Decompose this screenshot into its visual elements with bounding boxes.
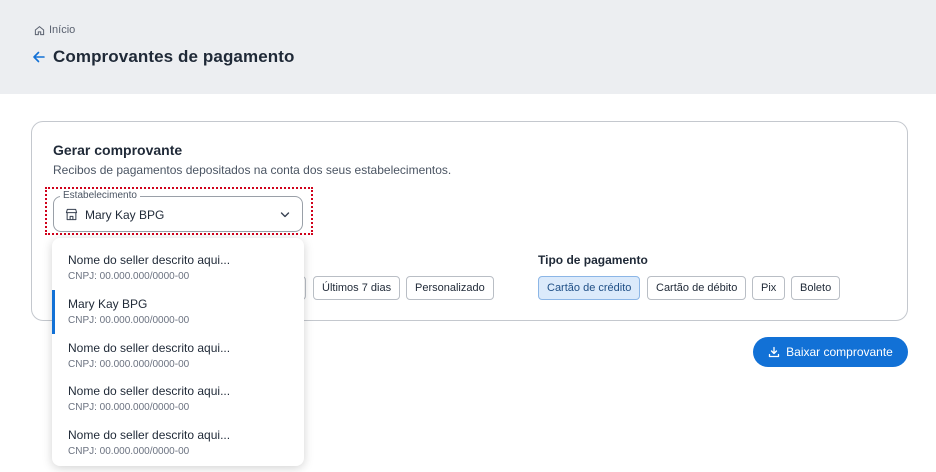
option-name: Nome do seller descrito aqui... — [68, 341, 231, 355]
establishment-select-label: Estabelecimento — [60, 190, 140, 202]
download-receipt-button[interactable]: Baixar comprovante — [753, 337, 908, 367]
option-name: Nome do seller descrito aqui... — [68, 384, 231, 398]
dropdown-option[interactable]: Nome do seller descrito aqui... CNPJ: 00… — [52, 417, 304, 460]
option-cnpj: CNPJ: 00.000.000/0000-00 — [68, 446, 190, 457]
payment-chip-boleto[interactable]: Boleto — [791, 276, 841, 300]
dropdown-option[interactable]: Nome do seller descrito aqui... CNPJ: 00… — [52, 373, 304, 416]
payment-chip-debit[interactable]: Cartão de débito — [647, 276, 747, 300]
payment-chip-pix[interactable]: Pix — [752, 276, 786, 300]
period-chip-7-days[interactable]: Últimos 7 dias — [313, 276, 401, 300]
option-cnpj: CNPJ: 00.000.000/0000-00 — [68, 315, 190, 326]
dropdown-option[interactable]: Nome do seller descrito aqui... CNPJ: 00… — [52, 330, 304, 373]
option-name: Nome do seller descrito aqui... — [68, 428, 231, 442]
establishment-select-value: Mary Kay BPG — [85, 208, 165, 222]
dropdown-option[interactable]: Nome do seller descrito aqui... CNPJ: 00… — [52, 242, 304, 285]
breadcrumb-home-label[interactable]: Início — [49, 24, 75, 36]
dropdown-option-selected[interactable]: Mary Kay BPG CNPJ: 00.000.000/0000-00 — [52, 286, 304, 334]
breadcrumb[interactable]: Início — [34, 24, 75, 36]
payment-chip-credit[interactable]: Cartão de crédito — [538, 276, 641, 300]
card-description: Recibos de pagamentos depositados na con… — [53, 163, 452, 177]
option-cnpj: CNPJ: 00.000.000/0000-00 — [68, 359, 190, 370]
period-chip-custom[interactable]: Personalizado — [406, 276, 494, 300]
back-arrow-icon[interactable] — [32, 50, 46, 64]
store-icon — [65, 208, 78, 221]
option-cnpj: CNPJ: 00.000.000/0000-00 — [68, 271, 190, 282]
download-icon — [768, 346, 780, 358]
establishment-dropdown: Nome do seller descrito aqui... CNPJ: 00… — [52, 238, 304, 466]
page-header: Início Comprovantes de pagamento — [0, 0, 936, 94]
payment-type-label: Tipo de pagamento — [538, 253, 648, 267]
option-name: Nome do seller descrito aqui... — [68, 253, 231, 267]
option-name: Mary Kay BPG — [68, 297, 148, 311]
home-icon — [34, 25, 45, 35]
download-receipt-label: Baixar comprovante — [786, 345, 893, 359]
card-title: Gerar comprovante — [53, 142, 183, 158]
option-cnpj: CNPJ: 00.000.000/0000-00 — [68, 402, 190, 413]
chevron-down-icon — [280, 212, 290, 218]
page-title: Comprovantes de pagamento — [53, 47, 295, 66]
